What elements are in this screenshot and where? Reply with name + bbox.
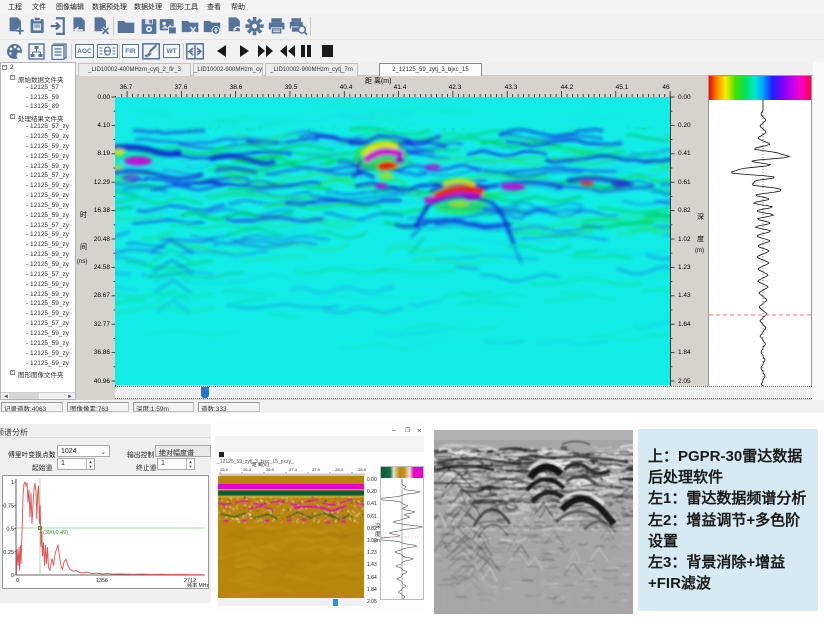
svg-text:0.5: 0.5 <box>6 527 14 533</box>
svg-text:28.9: 28.9 <box>358 467 367 472</box>
svg-text:0.75: 0.75 <box>3 503 14 509</box>
svg-text:0: 0 <box>11 573 14 579</box>
svg-text:1: 1 <box>11 480 14 486</box>
svg-text:0: 0 <box>16 578 19 584</box>
svg-text:26.4: 26.4 <box>243 467 252 472</box>
svg-text:0.25: 0.25 <box>3 550 14 556</box>
svg-text:25.9: 25.9 <box>220 467 229 472</box>
svg-text:28.4: 28.4 <box>335 467 344 472</box>
svg-text:27.4: 27.4 <box>289 467 298 472</box>
svg-text:26.9: 26.9 <box>266 467 275 472</box>
svg-text:频率 MHz: 频率 MHz <box>187 582 209 589</box>
svg-text:1356: 1356 <box>96 578 108 584</box>
svg-text:(390,0.49): (390,0.49) <box>43 530 68 536</box>
svg-text:27.9: 27.9 <box>312 467 321 472</box>
